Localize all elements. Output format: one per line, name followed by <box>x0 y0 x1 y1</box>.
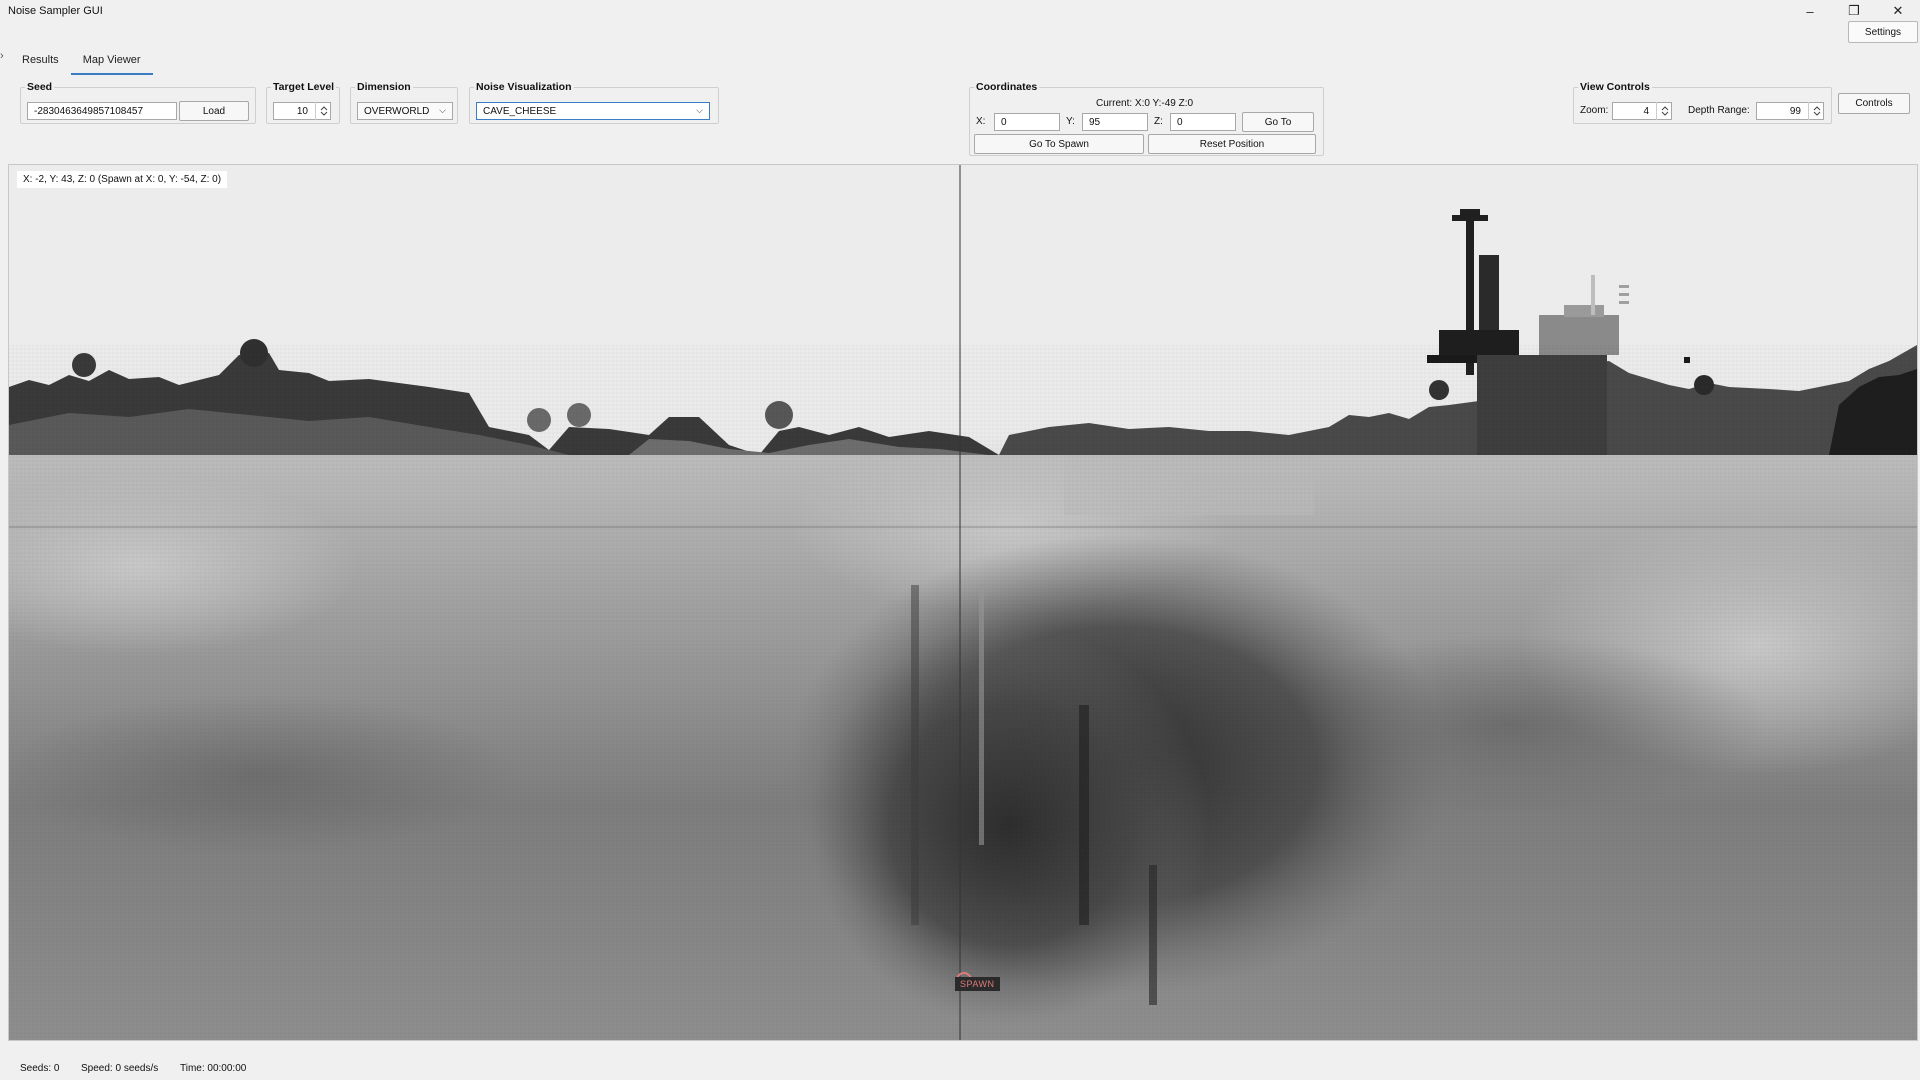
map-canvas[interactable]: X: -2, Y: 43, Z: 0 (Spawn at X: 0, Y: -5… <box>8 164 1918 1041</box>
chevron-down-icon: ⌵ <box>696 105 703 115</box>
spinner-arrows-icon <box>320 106 327 116</box>
tab-map-viewer[interactable]: Map Viewer <box>70 49 153 75</box>
seed-legend: Seed <box>27 81 53 93</box>
speed-readout: Speed: 0 seeds/s <box>81 1063 159 1074</box>
chevron-down-icon: ⌵ <box>439 105 446 115</box>
target-level-group: Target Level 10 <box>266 81 340 124</box>
zoom-spinner[interactable] <box>1656 102 1672 120</box>
zoom-label: Zoom: <box>1580 105 1609 116</box>
load-button[interactable]: Load <box>179 101 249 121</box>
coordinates-group: Coordinates Current: X:0 Y:-49 Z:0 X: 0 … <box>969 81 1324 156</box>
y-input[interactable]: 95 <box>1082 113 1148 131</box>
depth-range-value: 99 <box>1789 105 1801 117</box>
coordinates-legend: Coordinates <box>976 81 1038 93</box>
tab-results[interactable]: Results <box>10 49 71 75</box>
view-controls-legend: View Controls <box>1580 81 1650 93</box>
z-input[interactable]: 0 <box>1170 113 1236 131</box>
controls-button[interactable]: Controls <box>1838 93 1910 114</box>
dimension-select[interactable]: OVERWORLD ⌵ <box>357 102 453 120</box>
window-title: Noise Sampler GUI <box>8 5 103 17</box>
tab-bar: Results Map Viewer <box>10 49 153 75</box>
view-controls-group: View Controls Zoom: 4 Depth Range: 99 <box>1573 81 1832 124</box>
coordinate-readout: X: -2, Y: 43, Z: 0 (Spawn at X: 0, Y: -5… <box>17 171 228 188</box>
seed-group: Seed -2830463649857108457 Load <box>20 81 256 124</box>
spawn-label: SPAWN <box>955 977 1000 991</box>
dimension-group: Dimension OVERWORLD ⌵ <box>350 81 458 124</box>
zoom-value: 4 <box>1643 105 1649 117</box>
spinner-arrows-icon <box>1813 106 1820 116</box>
chevron-right-icon[interactable]: › <box>0 50 4 62</box>
reset-position-button[interactable]: Reset Position <box>1148 134 1316 154</box>
close-button[interactable]: ✕ <box>1876 0 1920 22</box>
target-level-legend: Target Level <box>273 81 335 93</box>
noise-visualization-legend: Noise Visualization <box>476 81 572 93</box>
noise-map-image <box>9 165 1917 1040</box>
z-label: Z: <box>1154 116 1163 127</box>
dimension-value: OVERWORLD <box>364 105 430 117</box>
title-bar: Noise Sampler GUI – ❐ ✕ <box>0 0 1920 24</box>
depth-range-label: Depth Range: <box>1688 105 1750 116</box>
seed-input[interactable]: -2830463649857108457 <box>27 102 177 120</box>
restore-button[interactable]: ❐ <box>1832 0 1876 22</box>
target-level-spinner[interactable] <box>315 102 331 120</box>
dimension-legend: Dimension <box>357 81 411 93</box>
x-label: X: <box>976 116 986 127</box>
status-bar: Seeds: 0 Speed: 0 seeds/s Time: 00:00:00 <box>0 1057 1920 1080</box>
depth-range-spinner[interactable] <box>1808 102 1824 120</box>
y-label: Y: <box>1066 116 1075 127</box>
time-readout: Time: 00:00:00 <box>180 1063 247 1074</box>
go-to-button[interactable]: Go To <box>1242 112 1314 132</box>
seeds-count: Seeds: 0 <box>20 1063 60 1074</box>
settings-button[interactable]: Settings <box>1848 21 1918 43</box>
noise-visualization-select[interactable]: CAVE_CHEESE ⌵ <box>476 102 710 120</box>
spinner-arrows-icon <box>1661 106 1668 116</box>
minimize-button[interactable]: – <box>1788 0 1832 22</box>
noise-visualization-value: CAVE_CHEESE <box>483 105 557 117</box>
x-input[interactable]: 0 <box>994 113 1060 131</box>
current-position: Current: X:0 Y:-49 Z:0 <box>1096 98 1194 109</box>
noise-visualization-group: Noise Visualization CAVE_CHEESE ⌵ <box>469 81 719 124</box>
target-level-value: 10 <box>296 105 308 117</box>
go-to-spawn-button[interactable]: Go To Spawn <box>974 134 1144 154</box>
